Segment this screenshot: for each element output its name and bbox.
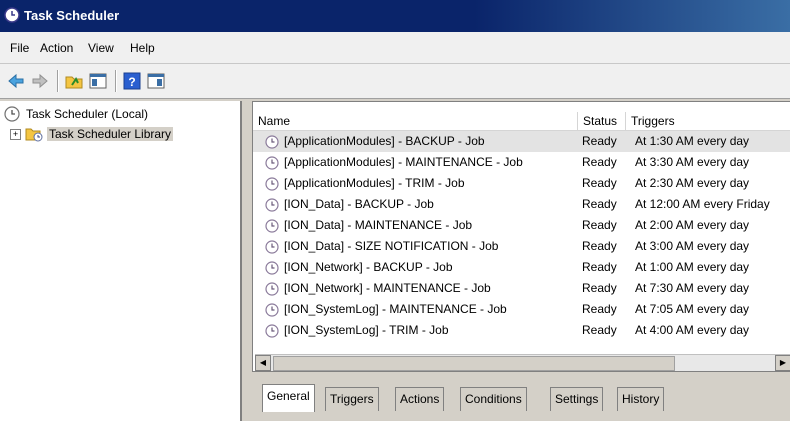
tree-item-label: Task Scheduler (Local)	[26, 107, 149, 121]
task-row[interactable]: [ION_Network] - MAINTENANCE - Job Ready At…	[253, 278, 790, 299]
task-status: Ready	[582, 134, 617, 148]
task-name: [ION_Data] - BACKUP - Job	[284, 197, 434, 211]
task-list-header: Name Status Triggers	[253, 112, 790, 131]
task-trigger: At 12:00 AM every Friday	[635, 197, 770, 211]
task-trigger: At 4:00 AM every day	[635, 323, 750, 337]
task-name: [ApplicationModules] - TRIM - Job	[284, 176, 465, 190]
task-row[interactable]: [ApplicationModules] - TRIM - Job Ready At…	[253, 173, 790, 194]
vertical-splitter[interactable]	[242, 101, 252, 421]
scroll-left-button[interactable]: ◀	[255, 355, 271, 371]
task-row[interactable]: [ION_Data] - BACKUP - Job Ready At 12:00 A…	[253, 194, 790, 215]
scroll-thumb[interactable]	[273, 356, 675, 371]
menu-action[interactable]: Action	[40, 41, 73, 55]
task-trigger: At 7:05 AM every day	[635, 302, 750, 316]
forward-arrow-icon[interactable]	[30, 71, 50, 91]
up-folder-icon[interactable]	[64, 71, 84, 91]
scroll-right-button[interactable]: ▶	[775, 355, 790, 371]
svg-text:?: ?	[128, 75, 135, 89]
help-icon[interactable]: ?	[122, 71, 142, 91]
task-row[interactable]: [ION_Data] - SIZE NOTIFICATION - Job Read…	[253, 236, 790, 257]
tab-conditions[interactable]: Conditions	[460, 387, 527, 411]
tree-item-local[interactable]: Task Scheduler (Local)	[4, 105, 150, 123]
task-trigger: At 1:00 AM every day	[635, 260, 750, 274]
task-trigger: At 1:30 AM every day	[635, 134, 750, 148]
task-status: Ready	[582, 218, 617, 232]
clock-icon	[265, 219, 279, 233]
menu-file[interactable]: File	[10, 41, 29, 55]
tab-settings[interactable]: Settings	[550, 387, 604, 411]
task-list: Name Status Triggers [ApplicationModules…	[252, 101, 790, 371]
column-header-triggers[interactable]: Triggers	[626, 112, 790, 130]
clock-icon	[4, 7, 20, 23]
tab-triggers[interactable]: Triggers	[325, 387, 379, 411]
clock-icon	[265, 261, 279, 275]
clock-icon	[4, 106, 20, 122]
clock-icon	[265, 303, 279, 317]
window-title: Task Scheduler	[24, 8, 120, 23]
folder-clock-icon	[25, 128, 43, 142]
tab-actions[interactable]: Actions	[395, 387, 445, 411]
task-name: [ApplicationModules] - MAINTENANCE - Job	[284, 155, 523, 169]
back-arrow-icon[interactable]	[6, 71, 26, 91]
task-status: Ready	[582, 281, 617, 295]
task-name: [ION_Network] - MAINTENANCE - Job	[284, 281, 491, 295]
expand-toggle[interactable]: +	[10, 128, 21, 140]
menu-bar: File Action View Help	[0, 32, 790, 64]
tree-item-library[interactable]: + Task Scheduler Library	[10, 125, 174, 143]
task-status: Ready	[582, 155, 617, 169]
task-name: [ION_SystemLog] - MAINTENANCE - Job	[284, 302, 507, 316]
toolbar-separator	[57, 70, 59, 92]
tab-general[interactable]: General	[262, 384, 315, 412]
column-header-status[interactable]: Status	[578, 112, 626, 130]
tab-history[interactable]: History	[617, 387, 665, 411]
task-status: Ready	[582, 197, 617, 211]
task-status: Ready	[582, 302, 617, 316]
task-row[interactable]: [ION_SystemLog] - MAINTENANCE - Job Ready…	[253, 299, 790, 320]
task-name: [ApplicationModules] - BACKUP - Job	[284, 134, 485, 148]
task-trigger: At 2:00 AM every day	[635, 218, 750, 232]
toolbar: ?	[0, 64, 790, 99]
task-trigger: At 3:30 AM every day	[635, 155, 750, 169]
console-tree: Task Scheduler (Local) + Task Scheduler …	[0, 101, 242, 421]
clock-icon	[265, 282, 279, 296]
show-hide-action-pane-icon[interactable]	[146, 71, 166, 91]
task-status: Ready	[582, 176, 617, 190]
tree-item-label: Task Scheduler Library	[47, 127, 174, 141]
task-trigger: At 7:30 AM every day	[635, 281, 750, 295]
task-status: Ready	[582, 260, 617, 274]
task-row[interactable]: [ApplicationModules] - BACKUP - Job Ready…	[253, 131, 790, 152]
task-row[interactable]: [ION_Data] - MAINTENANCE - Job Ready At 2:…	[253, 215, 790, 236]
task-name: [ION_Data] - MAINTENANCE - Job	[284, 218, 473, 232]
clock-icon	[265, 324, 279, 338]
task-name: [ION_SystemLog] - TRIM - Job	[284, 323, 449, 337]
task-detail-tabs: General Triggers Actions Conditions Sett…	[252, 379, 790, 421]
task-name: [ION_Data] - SIZE NOTIFICATION - Job	[284, 239, 499, 253]
menu-help[interactable]: Help	[130, 41, 155, 55]
show-hide-console-tree-icon[interactable]	[88, 71, 108, 91]
horizontal-scrollbar[interactable]: ◀ ▶	[255, 354, 790, 371]
menu-view[interactable]: View	[88, 41, 114, 55]
task-trigger: At 3:00 AM every day	[635, 239, 750, 253]
task-row[interactable]: [ION_Network] - BACKUP - Job Ready At 1:00…	[253, 257, 790, 278]
clock-icon	[265, 135, 279, 149]
clock-icon	[265, 177, 279, 191]
task-status: Ready	[582, 323, 617, 337]
task-row[interactable]: [ApplicationModules] - MAINTENANCE - Job…	[253, 152, 790, 173]
window-titlebar[interactable]: Task Scheduler	[0, 0, 790, 32]
column-header-name[interactable]: Name	[253, 112, 578, 130]
clock-icon	[265, 156, 279, 170]
clock-icon	[265, 240, 279, 254]
task-row[interactable]: [ION_SystemLog] - TRIM - Job Ready At 4:00…	[253, 320, 790, 341]
task-trigger: At 2:30 AM every day	[635, 176, 750, 190]
task-status: Ready	[582, 239, 617, 253]
toolbar-separator	[115, 70, 117, 92]
task-name: [ION_Network] - BACKUP - Job	[284, 260, 453, 274]
clock-icon	[265, 198, 279, 212]
